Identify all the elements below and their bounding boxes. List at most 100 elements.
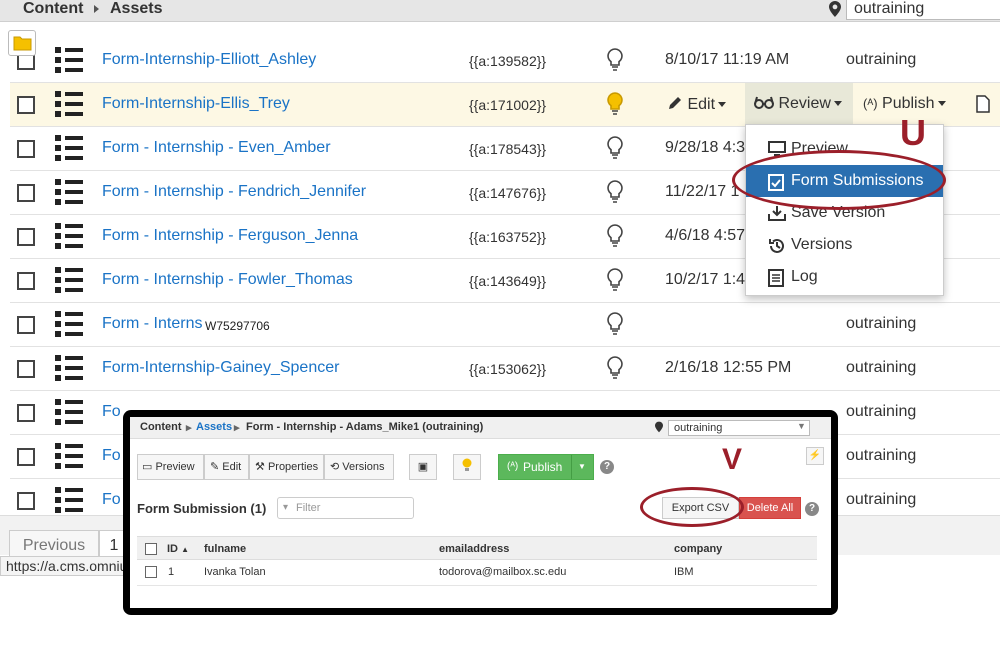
inset-preview-button[interactable]: ▭ Preview <box>137 454 204 480</box>
list-icon[interactable] <box>55 135 83 161</box>
list-icon[interactable] <box>55 179 83 205</box>
row-checkbox[interactable] <box>17 404 35 422</box>
cell-id: 1 <box>168 566 175 578</box>
list-icon[interactable] <box>55 47 83 73</box>
inset-properties-label: Properties <box>267 461 319 473</box>
table-row[interactable]: 1 Ivanka Tolan todorova@mailbox.sc.edu I… <box>137 560 817 586</box>
file-icon[interactable] <box>976 95 990 113</box>
site-selector[interactable]: outraining <box>846 0 1000 20</box>
broadcast-icon: (ᴬ) <box>507 461 519 472</box>
asset-name-link[interactable]: Fo <box>102 447 121 465</box>
lightbulb-icon[interactable] <box>607 48 623 72</box>
inset-versions-button[interactable]: ⟲ Versions <box>324 454 394 480</box>
table-row[interactable]: Form-Internship-Gainey_Spencer {{a:153062… <box>10 347 1000 391</box>
plugin-icon[interactable]: ⚡ <box>806 447 824 465</box>
row-checkbox[interactable] <box>17 272 35 290</box>
monitor-icon: ▭ <box>142 461 153 473</box>
list-icon[interactable] <box>55 355 83 381</box>
column-header-id[interactable]: ID ▲ <box>167 543 189 555</box>
inset-lightbulb-button[interactable] <box>453 454 481 480</box>
list-icon[interactable] <box>55 399 83 425</box>
column-header-fulname[interactable]: fulname <box>204 543 246 555</box>
pencil-icon: ✎ <box>210 461 220 473</box>
menu-item-log[interactable]: Log <box>746 261 943 293</box>
delete-all-button[interactable]: Delete All <box>739 497 801 519</box>
asset-id: {{a:178543}} <box>469 141 547 157</box>
row-checkbox[interactable] <box>17 492 35 510</box>
review-menu-button[interactable]: Review <box>754 95 842 113</box>
broadcast-icon: (ᴬ) <box>863 96 878 111</box>
table-row[interactable]: Form - Interns W75297706 outraining <box>10 303 1000 347</box>
asset-id: {{a:163752}} <box>469 229 547 245</box>
form-submission-inset: Content ▸ Assets ▸ Form - Internship - A… <box>123 410 838 615</box>
row-checkbox[interactable] <box>17 140 35 158</box>
breadcrumb-assets[interactable]: Assets <box>110 0 162 18</box>
inset-crumb-sep-icon: ▸ <box>234 422 240 434</box>
column-header-emailaddress[interactable]: emailaddress <box>439 543 509 555</box>
modified-date: 11/22/17 1 <box>665 183 740 200</box>
column-header-company[interactable]: company <box>674 543 722 555</box>
select-all-checkbox[interactable] <box>145 543 157 555</box>
row-checkbox[interactable] <box>145 566 157 578</box>
lightbulb-icon[interactable] <box>607 312 623 336</box>
wrench-icon: ⚒ <box>255 461 265 473</box>
site-name: outraining <box>846 315 917 332</box>
row-checkbox[interactable] <box>17 360 35 378</box>
row-checkbox[interactable] <box>17 184 35 202</box>
site-name: outraining <box>846 51 917 68</box>
asset-name-link[interactable]: Form - Internship - Fowler_Thomas <box>102 271 353 289</box>
inset-properties-button[interactable]: ⚒ Properties <box>249 454 324 480</box>
asset-name-link[interactable]: Form - Internship - Even_Amber <box>102 139 331 157</box>
asset-name-link[interactable]: Fo <box>102 491 121 509</box>
folder-button[interactable] <box>8 30 36 56</box>
list-icon[interactable] <box>55 223 83 249</box>
row-checkbox[interactable] <box>17 228 35 246</box>
menu-item-label: Log <box>791 268 818 285</box>
breadcrumb-content[interactable]: Content <box>23 0 83 18</box>
cell-emailaddress: todorova@mailbox.sc.edu <box>439 566 567 578</box>
edit-label: Edit <box>687 96 716 113</box>
list-icon[interactable] <box>55 311 83 337</box>
inset-archive-button[interactable]: ▣ <box>409 454 437 480</box>
lightbulb-icon[interactable] <box>607 136 623 160</box>
site-name: outraining <box>846 359 917 376</box>
list-icon[interactable] <box>55 267 83 293</box>
asset-name-link[interactable]: Form-Internship-Gainey_Spencer <box>102 359 339 377</box>
row-checkbox[interactable] <box>17 316 35 334</box>
asset-name-link[interactable]: Fo <box>102 403 121 421</box>
help-icon[interactable]: ? <box>805 502 819 516</box>
inset-crumb-content[interactable]: Content <box>140 421 182 433</box>
list-icon[interactable] <box>55 443 83 469</box>
glasses-icon <box>754 96 774 109</box>
breadcrumb-separator-icon <box>94 5 99 13</box>
edit-menu-button[interactable]: Edit <box>667 95 727 114</box>
asset-id: {{a:153062}} <box>469 361 547 377</box>
asset-name-link[interactable]: Form - Internship - Ferguson_Jenna <box>102 227 358 245</box>
asset-name-link[interactable]: Form-Internship-Elliott_Ashley <box>102 51 316 69</box>
lightbulb-icon[interactable] <box>607 224 623 248</box>
inset-publish-button[interactable]: (ᴬ) Publish ▼ <box>498 454 594 480</box>
table-row[interactable]: Form-Internship-Elliott_Ashley {{a:139582… <box>10 39 1000 83</box>
annotation-circle-v <box>640 487 744 527</box>
inset-site-selector[interactable]: outraining <box>668 420 810 436</box>
asset-name-link[interactable]: Form - Internship - Fendrich_Jennifer <box>102 183 366 201</box>
lightbulb-icon[interactable] <box>607 356 623 380</box>
folder-icon <box>13 36 32 51</box>
chevron-down-icon: ▼ <box>797 421 806 431</box>
redaction-overlay-text: W75297706 <box>202 319 273 333</box>
history-icon: ⟲ <box>330 461 340 473</box>
lightbulb-icon[interactable] <box>607 268 623 292</box>
lightbulb-icon[interactable] <box>607 180 623 204</box>
publish-menu-button[interactable]: (ᴬ) Publish <box>863 95 946 113</box>
filter-input[interactable]: ▾ Filter <box>277 497 414 519</box>
menu-item-versions[interactable]: Versions <box>746 229 943 261</box>
inset-edit-button[interactable]: ✎ Edit <box>204 454 249 480</box>
inset-preview-label: Preview <box>155 461 195 473</box>
help-icon[interactable]: ? <box>600 460 614 474</box>
log-icon <box>768 269 784 287</box>
inset-crumb-assets[interactable]: Assets <box>196 421 232 433</box>
row-checkbox[interactable] <box>17 448 35 466</box>
list-icon[interactable] <box>55 487 83 513</box>
asset-name-link[interactable]: Form - Interns <box>102 315 202 333</box>
pencil-icon <box>669 97 681 109</box>
